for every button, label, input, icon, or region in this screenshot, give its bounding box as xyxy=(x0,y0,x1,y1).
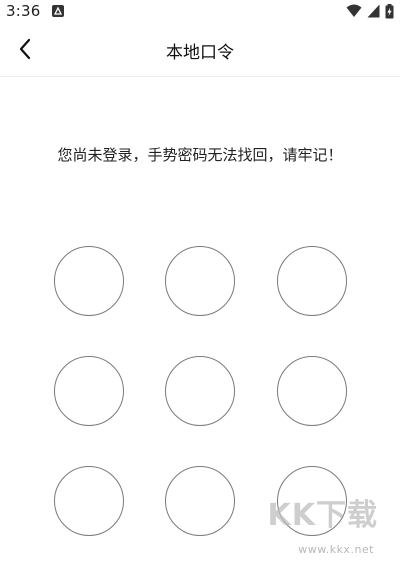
watermark-url: www.kkx.net xyxy=(298,543,374,556)
battery-charging-icon xyxy=(385,3,394,19)
status-icons xyxy=(346,3,394,19)
pattern-dot-1[interactable] xyxy=(54,246,124,316)
pattern-dot-5[interactable] xyxy=(165,356,235,426)
status-time: 3:36 xyxy=(6,2,41,20)
gesture-pattern-grid xyxy=(0,0,400,564)
pattern-dot-3[interactable] xyxy=(277,246,347,316)
cell-signal-icon xyxy=(367,4,380,18)
pattern-dot-7[interactable] xyxy=(54,466,124,536)
pattern-dot-8[interactable] xyxy=(165,466,235,536)
gesture-warning-text: 您尚未登录，手势密码无法找回，请牢记！ xyxy=(57,146,343,164)
page-title: 本地口令 xyxy=(166,43,234,63)
screen: 3:36 本地口令 您尚未登录，手势密码无法找回，请牢记！ KK下载 www.k… xyxy=(0,0,400,564)
watermark-brand: KK下载 xyxy=(267,498,378,533)
status-bar: 3:36 xyxy=(0,0,400,24)
pattern-dot-4[interactable] xyxy=(54,356,124,426)
header-bar: 本地口令 xyxy=(0,24,400,77)
notification-app-icon xyxy=(52,5,64,17)
wifi-icon xyxy=(346,4,362,18)
pattern-dot-2[interactable] xyxy=(165,246,235,316)
pattern-dot-6[interactable] xyxy=(277,356,347,426)
